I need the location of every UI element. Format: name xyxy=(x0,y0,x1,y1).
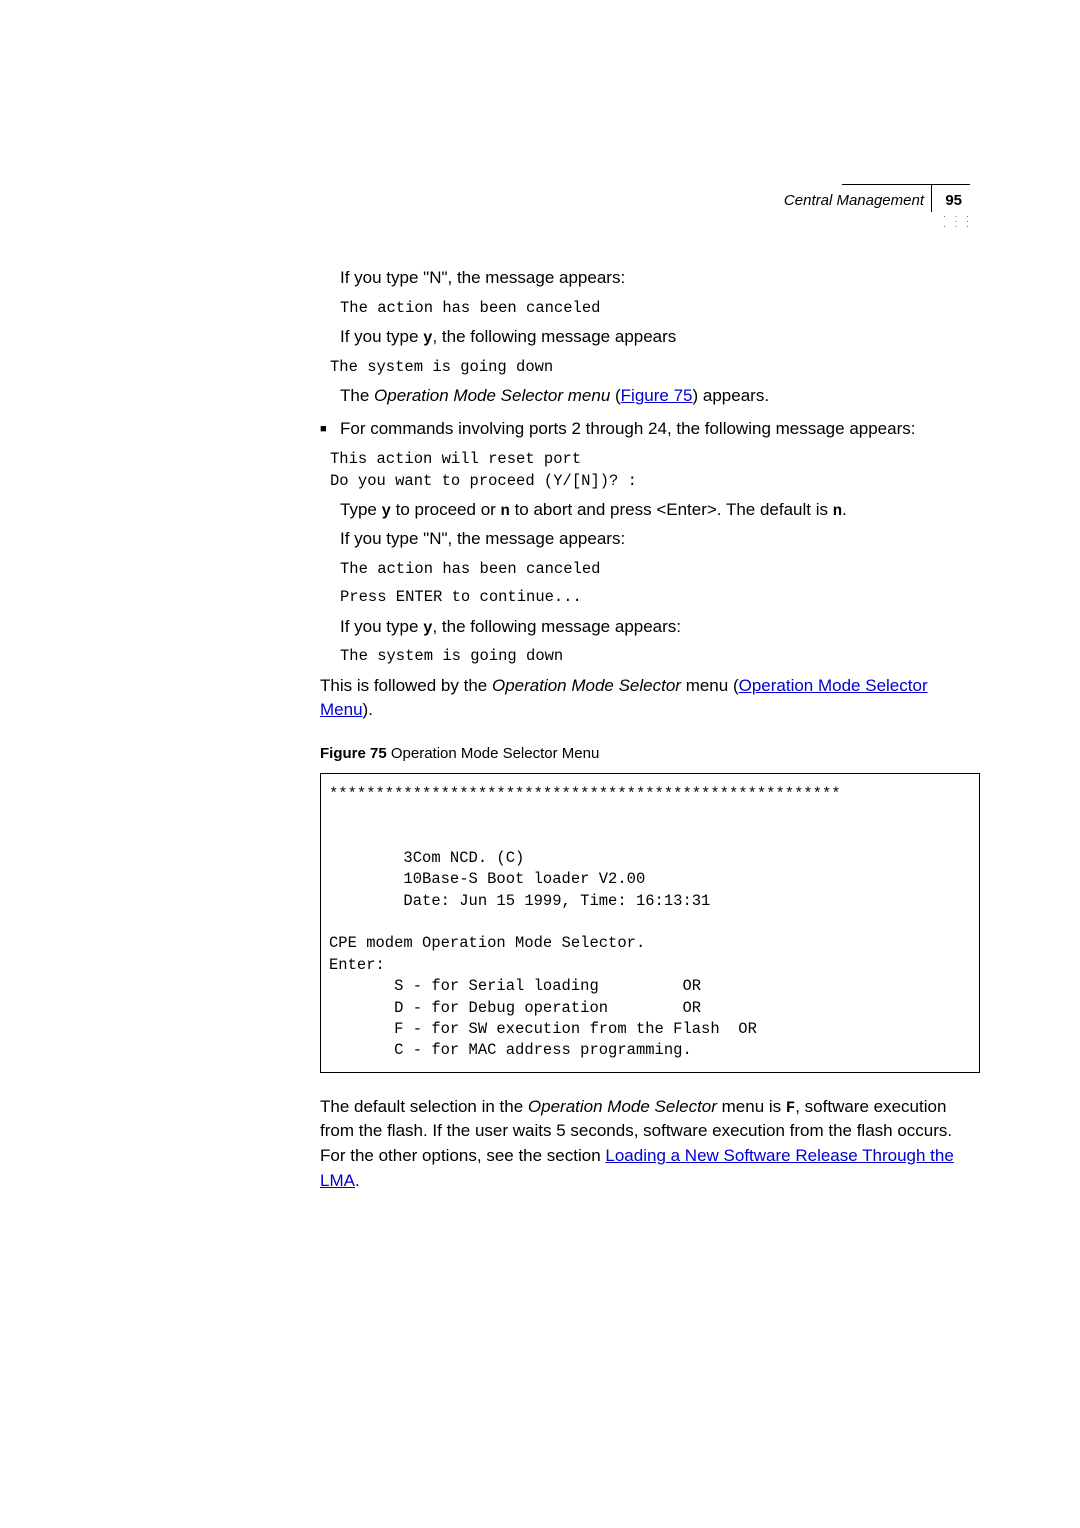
figure-label: Figure 75 xyxy=(320,745,387,762)
text: . xyxy=(355,1171,360,1190)
paragraph-opmode-appears: The Operation Mode Selector menu (Figure… xyxy=(340,384,980,409)
text: menu is xyxy=(717,1097,786,1116)
code-reset-port: This action will reset port Do you want … xyxy=(330,448,980,493)
text: This is followed by the xyxy=(320,676,492,695)
key-n-default: n xyxy=(833,502,842,520)
text: The default selection in the xyxy=(320,1097,528,1116)
code-action-canceled-2: The action has been canceled xyxy=(340,558,980,580)
text: If you type xyxy=(340,327,423,346)
page: Central Management 95 · · · · ·· · · If … xyxy=(0,0,1080,1528)
content-area: If you type "N", the message appears: Th… xyxy=(320,266,980,1199)
text: , the following message appears xyxy=(432,327,676,346)
text: , the following message appears: xyxy=(432,617,681,636)
header-rule xyxy=(842,184,970,185)
figure-link[interactable]: Figure 75 xyxy=(621,386,693,405)
text: to proceed or xyxy=(391,500,501,519)
paragraph-default-selection: The default selection in the Operation M… xyxy=(320,1095,980,1194)
code-press-enter: Press ENTER to continue... xyxy=(340,586,980,608)
page-number: 95 xyxy=(945,190,962,212)
paragraph-n-message-2: If you type "N", the message appears: xyxy=(340,527,980,552)
key-n: n xyxy=(501,502,510,520)
text: menu ( xyxy=(681,676,739,695)
bullet-ports-2-24: ■ For commands involving ports 2 through… xyxy=(320,417,980,442)
text: ) appears. xyxy=(693,386,770,405)
text: Type xyxy=(340,500,382,519)
paragraph-type-y-n: Type y to proceed or n to abort and pres… xyxy=(340,498,980,523)
code-going-down-2: The system is going down xyxy=(340,645,980,667)
menu-name: Operation Mode Selector xyxy=(492,676,681,695)
bullet-text: For commands involving ports 2 through 2… xyxy=(340,417,980,442)
text: If you type xyxy=(340,617,423,636)
text: ). xyxy=(363,700,373,719)
menu-name: Operation Mode Selector menu xyxy=(374,386,610,405)
figure-caption: Figure 75 Operation Mode Selector Menu xyxy=(320,743,980,765)
figure-title: Operation Mode Selector Menu xyxy=(387,745,600,762)
key-f: F xyxy=(786,1099,795,1117)
code-action-canceled-1: The action has been canceled xyxy=(340,297,980,319)
header-dots: · · · · ·· · · xyxy=(932,214,972,229)
text: to abort and press <Enter>. The default … xyxy=(510,500,833,519)
header-section: Central Management xyxy=(784,190,924,212)
paragraph-n-message: If you type "N", the message appears: xyxy=(340,266,980,291)
paragraph-y-message: If you type y, the following message app… xyxy=(340,325,980,350)
key-y: y xyxy=(382,502,391,520)
bullet-marker: ■ xyxy=(320,417,340,442)
text: . xyxy=(842,500,847,519)
paragraph-y-message-2: If you type y, the following message app… xyxy=(340,615,980,640)
code-going-down-1: The system is going down xyxy=(330,356,980,378)
text: ( xyxy=(610,386,620,405)
header-vertical-rule xyxy=(931,184,932,212)
menu-name: Operation Mode Selector xyxy=(528,1097,717,1116)
text: The xyxy=(340,386,374,405)
operation-mode-selector-box: ****************************************… xyxy=(320,773,980,1073)
paragraph-followed-by: This is followed by the Operation Mode S… xyxy=(320,674,980,723)
